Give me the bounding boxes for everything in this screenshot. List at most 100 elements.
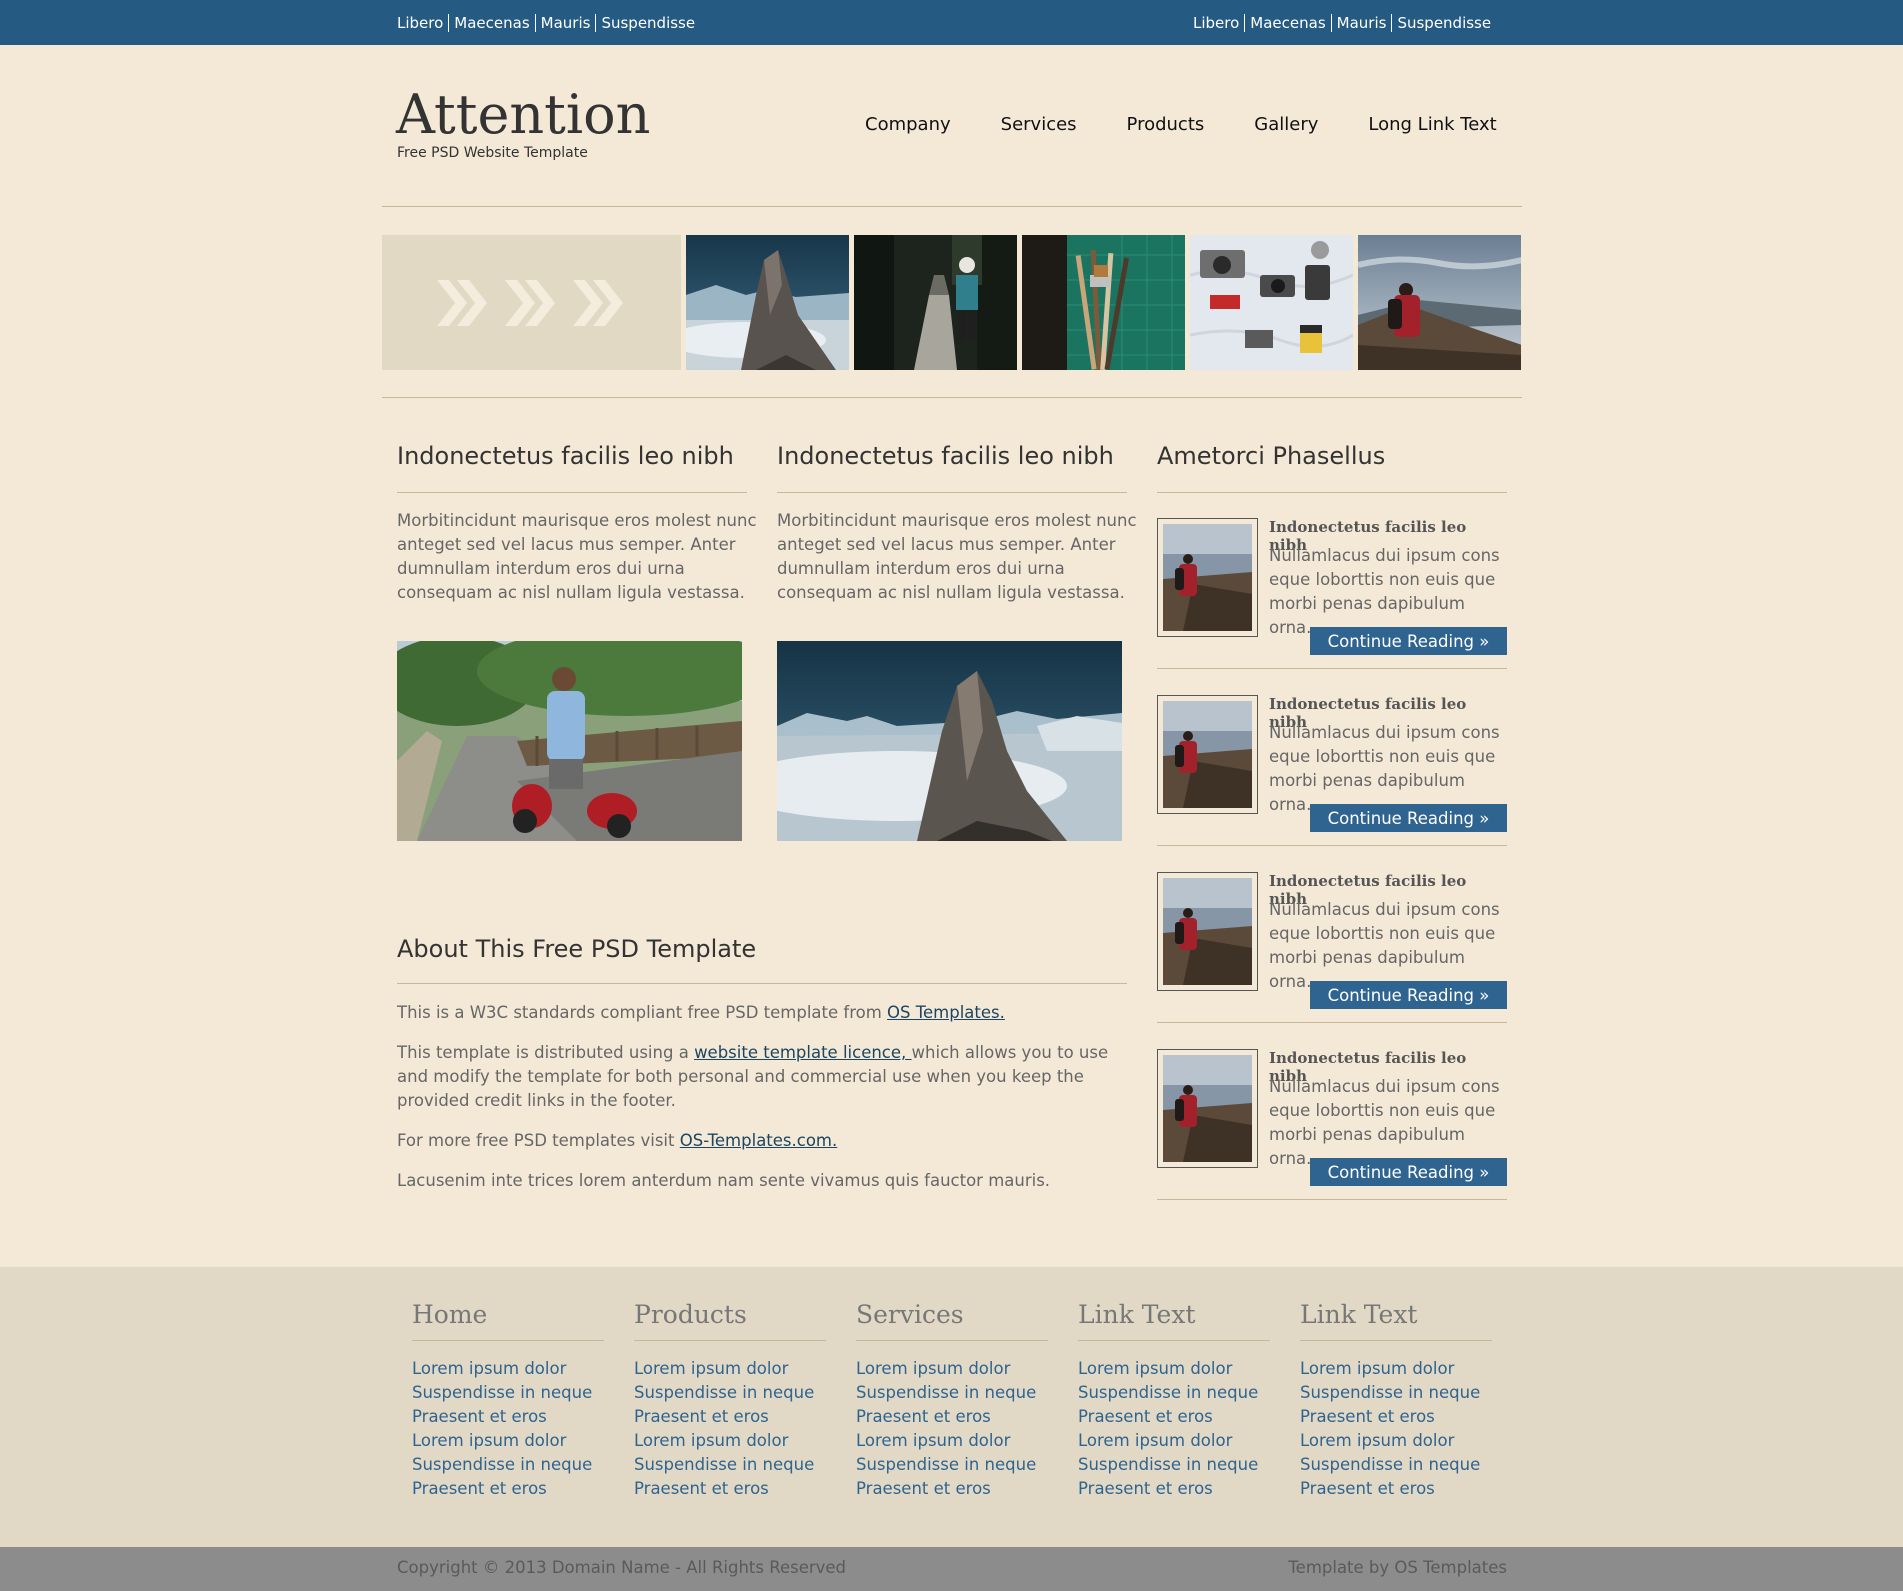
post-thumbnail[interactable]: [1157, 518, 1258, 637]
footer-link[interactable]: Praesent et eros: [856, 1477, 1048, 1501]
chevrons-right-icon: [436, 279, 623, 326]
footer-link[interactable]: Suspendisse in neque: [1078, 1381, 1270, 1405]
footer-link[interactable]: Suspendisse in neque: [634, 1381, 826, 1405]
footer-link[interactable]: Suspendisse in neque: [1078, 1453, 1270, 1477]
footer-link[interactable]: Lorem ipsum dolor: [634, 1357, 826, 1381]
top-link-libero[interactable]: Libero: [1193, 14, 1244, 32]
footer-link[interactable]: Suspendisse in neque: [1300, 1453, 1492, 1477]
gallery-thumb-hiker[interactable]: [1358, 235, 1521, 370]
column-1-text: Morbitincidunt maurisque eros molest nun…: [397, 511, 757, 602]
continue-reading-button[interactable]: Continue Reading »: [1310, 804, 1507, 832]
footer-link[interactable]: Praesent et eros: [634, 1477, 826, 1501]
continue-reading-button[interactable]: Continue Reading »: [1310, 627, 1507, 655]
about-paragraph-4: Lacusenim inte trices lorem anterdum nam…: [397, 1171, 1051, 1190]
continue-reading-button[interactable]: Continue Reading »: [1310, 981, 1507, 1009]
nav-long-link-text[interactable]: Long Link Text: [1368, 114, 1496, 135]
template-credit-link[interactable]: Template by OS Templates: [1288, 1558, 1507, 1577]
footer-link[interactable]: Suspendisse in neque: [634, 1453, 826, 1477]
footer-link[interactable]: Praesent et eros: [1300, 1477, 1492, 1501]
gallery-thumb-mountain[interactable]: [686, 235, 849, 370]
footer-link[interactable]: Suspendisse in neque: [856, 1381, 1048, 1405]
site-logo[interactable]: Attention: [396, 80, 650, 150]
top-link-mauris[interactable]: Mauris: [534, 13, 596, 32]
main-nav: Company Services Products Gallery Long L…: [865, 114, 1497, 135]
gallery-thumb-paint-brushes[interactable]: [1022, 235, 1185, 370]
footer-link[interactable]: Suspendisse in neque: [856, 1453, 1048, 1477]
about-paragraph-1: This is a W3C standards compliant free P…: [397, 1001, 1133, 1025]
about-rule: [397, 983, 1127, 984]
gallery-next-button[interactable]: [382, 235, 681, 370]
top-nav-left: Libero Maecenas Mauris Suspendisse: [397, 0, 700, 45]
about-p1-text: This is a W3C standards compliant free P…: [397, 1003, 888, 1022]
footer-link[interactable]: Lorem ipsum dolor: [412, 1357, 604, 1381]
footer-heading: Services: [856, 1300, 964, 1329]
footer-link[interactable]: Praesent et eros: [1078, 1405, 1270, 1429]
post-thumbnail[interactable]: [1157, 872, 1258, 991]
continue-reading-button[interactable]: Continue Reading »: [1310, 1158, 1507, 1186]
footer-heading: Products: [634, 1300, 747, 1329]
about-paragraph-2: This template is distributed using a web…: [397, 1041, 1133, 1113]
footer-link[interactable]: Praesent et eros: [634, 1405, 826, 1429]
column-2-rule: [777, 492, 1127, 493]
licence-link[interactable]: website template licence,: [694, 1043, 911, 1062]
nav-products[interactable]: Products: [1127, 114, 1205, 135]
top-bar: [0, 0, 1903, 45]
footer-link[interactable]: Lorem ipsum dolor: [412, 1429, 604, 1453]
post-excerpt: Nullamlacus dui ipsum cons eque lobortti…: [1269, 546, 1500, 637]
footer-heading: Home: [412, 1300, 488, 1329]
column-1-rule: [397, 492, 747, 493]
footer-column-link-text-2: Link Text Lorem ipsum dolor Suspendisse …: [1300, 1300, 1492, 1501]
footer-link[interactable]: Suspendisse in neque: [412, 1381, 604, 1405]
footer-rule: [634, 1340, 826, 1341]
footer-rule: [856, 1340, 1048, 1341]
footer-link[interactable]: Praesent et eros: [412, 1405, 604, 1429]
post-divider: [1157, 845, 1507, 846]
top-link-maecenas[interactable]: Maecenas: [448, 13, 534, 32]
footer-link[interactable]: Lorem ipsum dolor: [856, 1357, 1048, 1381]
footer-link[interactable]: Lorem ipsum dolor: [856, 1429, 1048, 1453]
top-link-mauris[interactable]: Mauris: [1330, 13, 1392, 32]
footer-column-link-text-1: Link Text Lorem ipsum dolor Suspendisse …: [1078, 1300, 1270, 1501]
top-link-maecenas[interactable]: Maecenas: [1244, 13, 1330, 32]
post-excerpt: Nullamlacus dui ipsum cons eque lobortti…: [1269, 900, 1500, 991]
top-link-libero[interactable]: Libero: [397, 14, 448, 32]
post-divider: [1157, 1199, 1507, 1200]
column-2-text: Morbitincidunt maurisque eros molest nun…: [777, 511, 1137, 602]
footer-link[interactable]: Praesent et eros: [856, 1405, 1048, 1429]
top-nav-right: Libero Maecenas Mauris Suspendisse: [1193, 0, 1496, 45]
footer-rule: [1078, 1340, 1270, 1341]
site-tagline: Free PSD Website Template: [397, 145, 588, 161]
nav-services[interactable]: Services: [1001, 114, 1077, 135]
footer-link[interactable]: Praesent et eros: [1300, 1405, 1492, 1429]
footer-link[interactable]: Praesent et eros: [412, 1477, 604, 1501]
footer-column-products: Products Lorem ipsum dolor Suspendisse i…: [634, 1300, 826, 1501]
sidebar-title: Ametorci Phasellus: [1157, 442, 1386, 470]
about-p2-text-a: This template is distributed using a: [397, 1043, 695, 1062]
footer-link[interactable]: Lorem ipsum dolor: [1078, 1429, 1270, 1453]
footer-link[interactable]: Lorem ipsum dolor: [1300, 1357, 1492, 1381]
column-1-image: [397, 641, 742, 841]
footer-link[interactable]: Suspendisse in neque: [412, 1453, 604, 1477]
sidebar-rule: [1157, 492, 1507, 493]
post-divider: [1157, 668, 1507, 669]
column-2-title: Indonectetus facilis leo nibh: [777, 442, 1114, 470]
footer-link[interactable]: Lorem ipsum dolor: [1300, 1429, 1492, 1453]
os-templates-link[interactable]: OS Templates.: [887, 1003, 1005, 1022]
gallery-thumb-forest-road[interactable]: [854, 235, 1017, 370]
footer-link[interactable]: Lorem ipsum dolor: [634, 1429, 826, 1453]
footer-link[interactable]: Suspendisse in neque: [1300, 1381, 1492, 1405]
sidebar-post: Indonectetus facilis leo nibh Nullamlacu…: [1157, 518, 1507, 695]
post-thumbnail[interactable]: [1157, 1049, 1258, 1168]
top-link-suspendisse[interactable]: Suspendisse: [1391, 13, 1496, 32]
gallery-thumb-cameras[interactable]: [1190, 235, 1353, 370]
top-link-suspendisse[interactable]: Suspendisse: [595, 13, 700, 32]
footer-rule: [412, 1340, 604, 1341]
footer-link[interactable]: Lorem ipsum dolor: [1078, 1357, 1270, 1381]
sidebar-post: Indonectetus facilis leo nibh Nullamlacu…: [1157, 872, 1507, 1049]
post-thumbnail[interactable]: [1157, 695, 1258, 814]
footer-link[interactable]: Praesent et eros: [1078, 1477, 1270, 1501]
os-templates-com-link[interactable]: OS-Templates.com.: [680, 1131, 838, 1150]
footer-heading: Link Text: [1300, 1300, 1418, 1329]
nav-gallery[interactable]: Gallery: [1254, 114, 1318, 135]
nav-company[interactable]: Company: [865, 114, 951, 135]
